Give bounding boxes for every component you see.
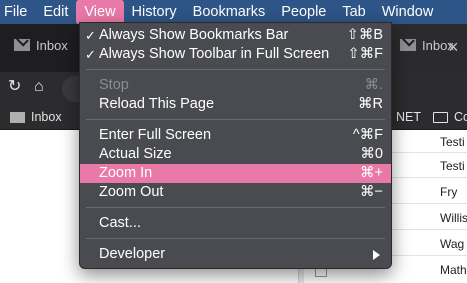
bookmark-label: NET <box>396 110 421 124</box>
menu-item-zoom-out[interactable]: Zoom Out ⌘− <box>80 183 391 202</box>
view-menu-dropdown: ✓ Always Show Bookmarks Bar ⇧⌘B ✓ Always… <box>79 22 392 269</box>
table-cell: Testi <box>440 159 465 173</box>
menu-separator <box>86 119 385 120</box>
shortcut: ⌘+ <box>360 165 383 181</box>
menu-item-always-show-bookmarks-bar[interactable]: ✓ Always Show Bookmarks Bar ⇧⌘B <box>80 26 391 45</box>
shortcut: ⌘0 <box>360 146 383 162</box>
tab-inbox-1[interactable]: Inbox <box>14 30 68 60</box>
bookmark-label: Co <box>454 110 467 124</box>
menu-people[interactable]: People <box>273 0 334 24</box>
menu-item-zoom-in[interactable]: Zoom In ⌘+ <box>80 164 391 183</box>
menu-separator <box>86 207 385 208</box>
bookmark-folder[interactable]: Co <box>433 110 467 124</box>
table-cell: Testi <box>440 135 465 149</box>
menu-item-always-show-toolbar[interactable]: ✓ Always Show Toolbar in Full Screen ⇧⌘F <box>80 45 391 64</box>
mail-icon <box>400 39 416 51</box>
menu-tab[interactable]: Tab <box>334 0 373 24</box>
table-cell: Fry <box>440 185 458 199</box>
tab-title: Inbox <box>36 37 68 53</box>
bookmark-label: Inbox <box>31 110 62 124</box>
shortcut: ⌘− <box>360 184 383 200</box>
checkmark-icon: ✓ <box>85 28 96 43</box>
mail-icon <box>14 39 30 51</box>
table-cell: Willis <box>440 211 467 225</box>
shortcut: ^⌘F <box>352 127 383 143</box>
menu-edit[interactable]: Edit <box>35 0 76 24</box>
close-tab-icon[interactable]: × <box>448 38 459 56</box>
reload-icon[interactable]: ↻ <box>8 78 21 96</box>
home-icon[interactable]: ⌂ <box>34 78 44 96</box>
shortcut: ⇧⌘B <box>346 27 383 43</box>
menu-view[interactable]: View <box>76 0 124 24</box>
tab-inbox-2[interactable]: Inbox <box>400 30 454 60</box>
table-cell: Wag <box>440 237 465 251</box>
menu-history[interactable]: History <box>124 0 185 24</box>
menu-item-developer[interactable]: Developer <box>80 245 391 264</box>
checkmark-icon: ✓ <box>85 47 96 62</box>
menu-window[interactable]: Window <box>374 0 442 24</box>
menu-item-cast[interactable]: Cast... <box>80 214 391 233</box>
menu-separator <box>86 238 385 239</box>
menu-file[interactable]: File <box>0 0 35 24</box>
menu-item-enter-full-screen[interactable]: Enter Full Screen ^⌘F <box>80 126 391 145</box>
menu-bar: File Edit View History Bookmarks People … <box>0 0 467 24</box>
mail-icon <box>10 111 25 123</box>
menu-item-actual-size[interactable]: Actual Size ⌘0 <box>80 145 391 164</box>
menu-item-stop: Stop ⌘. <box>99 77 383 93</box>
submenu-arrow-icon <box>373 250 380 260</box>
menu-bookmarks[interactable]: Bookmarks <box>185 0 274 24</box>
shortcut: ⌘. <box>364 77 383 93</box>
folder-icon <box>433 111 448 123</box>
table-cell: Math <box>440 263 467 277</box>
bookmark-inbox[interactable]: Inbox <box>10 110 62 124</box>
bookmark-net[interactable]: NET <box>396 110 421 124</box>
shortcut: ⌘R <box>358 96 383 112</box>
shortcut: ⇧⌘F <box>347 46 383 62</box>
menu-separator <box>86 69 385 70</box>
menu-item-reload[interactable]: Reload This Page ⌘R <box>80 95 391 114</box>
